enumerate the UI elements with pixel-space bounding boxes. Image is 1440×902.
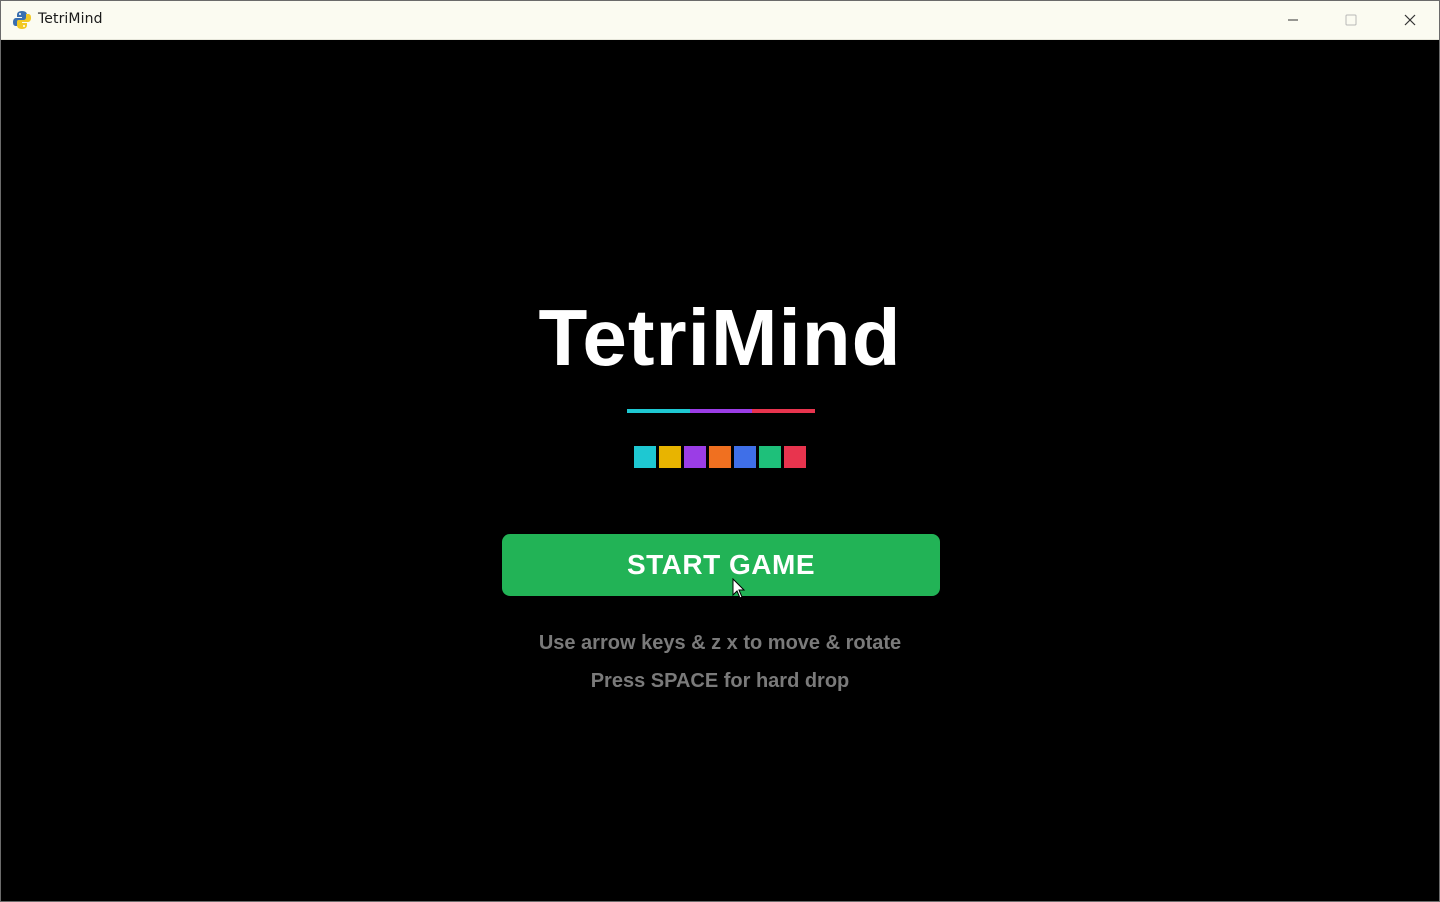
block-blue [734, 446, 756, 468]
title-underline [627, 409, 816, 413]
minimize-button[interactable] [1264, 1, 1322, 39]
block-red [784, 446, 806, 468]
block-green [759, 446, 781, 468]
block-purple [684, 446, 706, 468]
game-canvas[interactable]: TetriMind START GAME Use arrow keys & z … [1, 40, 1439, 901]
python-snake-icon [12, 10, 32, 30]
tetromino-color-row [634, 446, 806, 468]
title-bar[interactable]: TetriMind [1, 1, 1439, 40]
hard-drop-hint: Press SPACE for hard drop [590, 670, 850, 692]
underline-segment-purple [689, 409, 753, 413]
block-orange [709, 446, 731, 468]
controls-hint: Use arrow keys & z x to move & rotate [538, 632, 902, 654]
app-window: TetriMind TetriMind START GAME Use arrow… [0, 0, 1440, 902]
underline-segment-cyan [627, 409, 690, 413]
maximize-icon [1345, 14, 1357, 26]
game-title: TetriMind [538, 293, 902, 382]
block-cyan [634, 446, 656, 468]
minimize-icon [1288, 19, 1298, 21]
close-button[interactable] [1381, 1, 1439, 39]
block-yellow [659, 446, 681, 468]
maximize-button[interactable] [1322, 1, 1380, 39]
start-game-button[interactable]: START GAME [502, 534, 940, 596]
close-icon [1404, 14, 1416, 26]
window-title: TetriMind [38, 11, 103, 27]
underline-segment-red [752, 409, 816, 413]
